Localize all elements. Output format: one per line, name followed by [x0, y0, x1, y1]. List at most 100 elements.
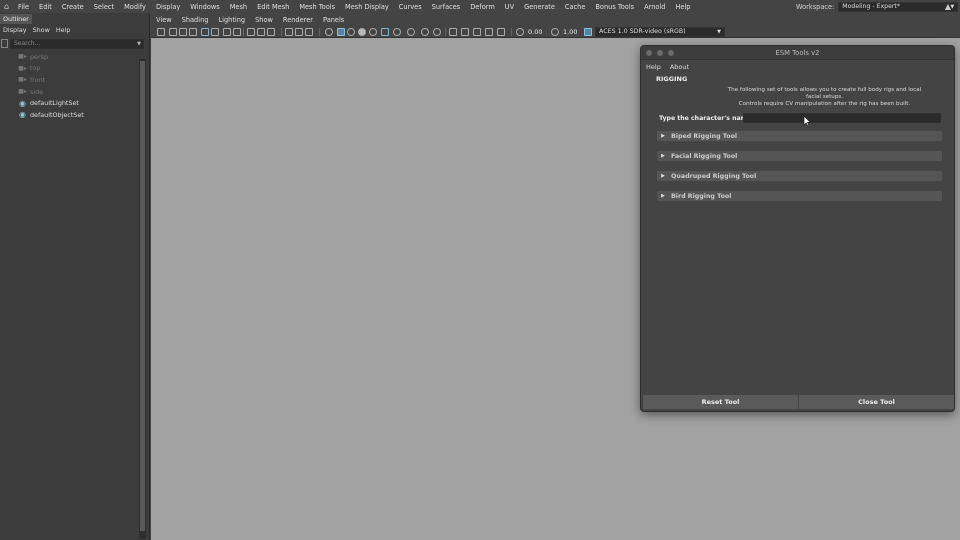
chevron-down-icon: ▼	[137, 41, 141, 47]
gamma-value[interactable]: 1.00	[563, 27, 577, 37]
filter-icon[interactable]	[1, 39, 8, 48]
dialog-menu-item[interactable]: About	[665, 63, 693, 71]
viewport-menu-item[interactable]: Renderer	[278, 16, 318, 24]
close-tool-button[interactable]: Close Tool	[799, 395, 954, 409]
workspace-lock-icon[interactable]: ▲	[940, 0, 956, 13]
menu-item[interactable]: Curves	[394, 3, 427, 11]
outliner-item[interactable]: ■▸ front	[18, 74, 84, 86]
dialog-titlebar[interactable]: ESM Tools v2	[641, 46, 954, 60]
xray-joints-icon[interactable]	[473, 28, 481, 36]
outliner-item-label: side	[30, 87, 44, 96]
exposure-value[interactable]: 0.00	[528, 27, 542, 37]
viewport-menu-item[interactable]: Panels	[318, 16, 349, 24]
smooth-shade-icon[interactable]	[337, 28, 345, 36]
outliner-scrollbar[interactable]: ▼	[139, 59, 146, 539]
bookmarks-icon[interactable]	[179, 28, 187, 36]
safe-action-icon[interactable]	[285, 28, 293, 36]
menu-item[interactable]: Select	[89, 3, 119, 11]
camera-icon: ■▸	[18, 88, 27, 96]
outliner-item-label: persp	[30, 52, 49, 61]
outliner-item[interactable]: ■▸ persp	[18, 51, 84, 63]
scrollbar-thumb[interactable]	[140, 61, 145, 531]
safe-title-icon[interactable]	[295, 28, 303, 36]
outliner-menu-item[interactable]: Display	[0, 26, 30, 34]
anti-aliasing-icon[interactable]	[421, 28, 429, 36]
outliner-search-input[interactable]: Search... ▼	[10, 39, 144, 49]
dialog-menu-item[interactable]: Help	[641, 63, 665, 71]
menu-item[interactable]: Modify	[119, 3, 151, 11]
wireframe-shaded-icon[interactable]	[325, 28, 333, 36]
gate-mask-icon[interactable]	[257, 28, 265, 36]
wireframe-icon[interactable]	[305, 28, 313, 36]
menu-item[interactable]: Edit	[34, 3, 57, 11]
menu-item[interactable]: Cache	[560, 3, 591, 11]
exposure-icon[interactable]	[516, 28, 524, 36]
select-camera-icon[interactable]	[157, 28, 165, 36]
menu-item[interactable]: Bonus Tools	[590, 3, 639, 11]
menu-item[interactable]: Help	[670, 3, 695, 11]
toolbar-separator	[319, 28, 320, 36]
film-gate-icon[interactable]	[233, 28, 241, 36]
menu-item[interactable]: Deform	[465, 3, 500, 11]
viewport-menu-item[interactable]: Lighting	[213, 16, 250, 24]
resolution-gate-icon[interactable]	[247, 28, 255, 36]
menu-item[interactable]: Mesh	[225, 3, 252, 11]
color-space-dropdown[interactable]: ACES 1.0 SDR-video (sRGB) ▼	[595, 27, 725, 37]
menu-item[interactable]: Windows	[185, 3, 224, 11]
outliner-list: ■▸ persp ■▸ top ■▸ front ■▸ side ◉ defaultLightSe…	[18, 51, 84, 121]
tool-description: The following set of tools allows you to…	[661, 87, 951, 108]
grid-icon[interactable]	[223, 28, 231, 36]
menu-item[interactable]: UV	[500, 3, 519, 11]
tool-section-header[interactable]: ▶ Quadruped Rigging Tool	[657, 171, 942, 181]
menu-item[interactable]: Display	[151, 3, 185, 11]
image-plane-icon[interactable]	[189, 28, 197, 36]
outliner-tab[interactable]: Outliner	[0, 14, 32, 24]
ambient-occlusion-icon[interactable]	[393, 28, 401, 36]
xray-components-icon[interactable]	[485, 28, 493, 36]
grease-pencil-icon[interactable]	[211, 28, 219, 36]
description-line-2: Controls require CV manipulation after t…	[738, 101, 911, 107]
menu-item[interactable]: Generate	[519, 3, 560, 11]
color-management-icon[interactable]	[584, 28, 592, 36]
reset-tool-button[interactable]: Reset Tool	[643, 395, 799, 409]
gamma-icon[interactable]	[551, 28, 559, 36]
flat-shade-icon[interactable]	[347, 28, 355, 36]
menu-item[interactable]: Arnold	[639, 3, 670, 11]
tool-section-header[interactable]: ▶ Biped Rigging Tool	[657, 131, 942, 141]
outliner-item[interactable]: ◉ defaultObjectSet	[18, 109, 84, 121]
outliner-item-label: defaultObjectSet	[30, 110, 84, 119]
outliner-item[interactable]: ■▸ side	[18, 86, 84, 98]
field-chart-icon[interactable]	[267, 28, 275, 36]
camera-attributes-icon[interactable]	[169, 28, 177, 36]
menu-item[interactable]: Surfaces	[427, 3, 466, 11]
shadows-icon[interactable]	[381, 28, 389, 36]
tool-section-header[interactable]: ▶ Bird Rigging Tool	[657, 191, 942, 201]
viewport-menu: View Shading Lighting Show Renderer Panels	[151, 13, 960, 26]
textured-icon[interactable]	[358, 28, 366, 36]
outliner-menu-item[interactable]: Show	[30, 26, 53, 34]
lighting-icon[interactable]	[369, 28, 377, 36]
viewport-menu-item[interactable]: Show	[250, 16, 278, 24]
tool-section-label: Biped Rigging Tool	[671, 132, 738, 140]
toolbar-separator	[243, 28, 244, 36]
menu-item[interactable]: Mesh Tools	[294, 3, 340, 11]
home-icon[interactable]: ⌂	[0, 0, 13, 13]
menu-item[interactable]: File	[13, 3, 34, 11]
menu-item[interactable]: Mesh Display	[340, 3, 394, 11]
outliner-item[interactable]: ◉ defaultLightSet	[18, 97, 84, 109]
menu-item[interactable]: Create	[57, 3, 89, 11]
backface-icon[interactable]	[497, 28, 505, 36]
depth-of-field-icon[interactable]	[433, 28, 441, 36]
character-name-input[interactable]	[743, 113, 941, 123]
viewport-menu-item[interactable]: View	[151, 16, 177, 24]
viewport-menu-item[interactable]: Shading	[177, 16, 214, 24]
motion-blur-icon[interactable]	[407, 28, 415, 36]
toolbar-separator	[281, 28, 282, 36]
tool-section-header[interactable]: ▶ Facial Rigging Tool	[657, 151, 942, 161]
2d-pan-zoom-icon[interactable]	[201, 28, 209, 36]
xray-icon[interactable]	[461, 28, 469, 36]
menu-item[interactable]: Edit Mesh	[252, 3, 294, 11]
outliner-menu-item[interactable]: Help	[53, 26, 74, 34]
isolate-select-icon[interactable]	[449, 28, 457, 36]
outliner-item[interactable]: ■▸ top	[18, 63, 84, 75]
